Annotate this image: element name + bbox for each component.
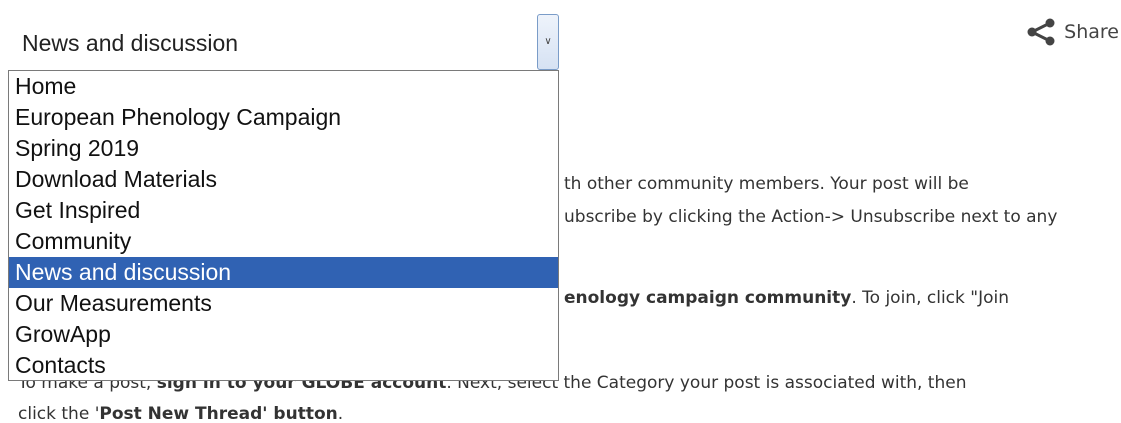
page: th other community members. Your post wi… [0,0,1121,423]
option-community[interactable]: Community [9,226,558,257]
chevron-down-icon: ∨ [544,36,552,47]
option-european-phenology-campaign[interactable]: European Phenology Campaign [9,102,558,133]
option-get-inspired[interactable]: Get Inspired [9,195,558,226]
option-home[interactable]: Home [9,71,558,102]
share-button[interactable]: Share [1011,16,1121,48]
option-download-materials[interactable]: Download Materials [9,164,558,195]
option-our-measurements[interactable]: Our Measurements [9,288,558,319]
option-spring-2019[interactable]: Spring 2019 [9,133,558,164]
share-icon [1027,18,1055,46]
option-news-and-discussion[interactable]: News and discussion [9,257,558,288]
option-contacts[interactable]: Contacts [9,350,558,381]
option-growapp[interactable]: GrowApp [9,319,558,350]
select-value: News and discussion [22,30,239,56]
share-label: Share [1064,21,1119,43]
category-select[interactable]: News and discussion ∨ [8,14,559,70]
body-line-5: click the 'Post New Thread' button. [18,404,344,423]
select-options-list[interactable]: Home European Phenology Campaign Spring … [8,70,559,381]
select-dropdown-button[interactable]: ∨ [537,14,559,70]
